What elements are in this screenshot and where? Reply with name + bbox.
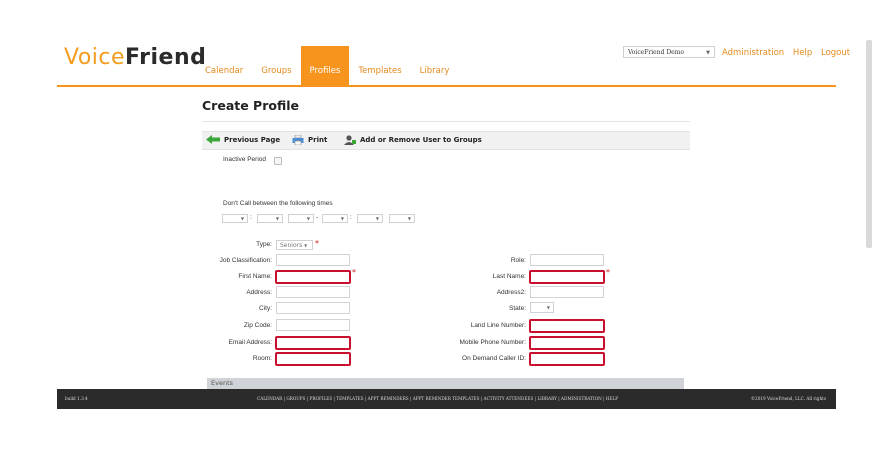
- city-label: City:: [259, 305, 272, 312]
- zip-code-input[interactable]: [276, 319, 350, 331]
- logo-part-friend: Friend: [125, 45, 207, 70]
- city-input[interactable]: [276, 302, 350, 314]
- mobile-phone-label: Mobile Phone Number:: [459, 339, 526, 346]
- required-star: *: [606, 268, 610, 277]
- footer-links[interactable]: CALENDAR | GROUPS | PROFILES | TEMPLATES…: [257, 396, 618, 401]
- type-label: Type:: [256, 241, 272, 248]
- first-name-input[interactable]: [275, 270, 351, 284]
- app-logo[interactable]: VoiceFriend: [64, 45, 206, 70]
- mobile-phone-input[interactable]: [529, 336, 605, 350]
- previous-page-label: Previous Page: [224, 135, 281, 144]
- end-minute-select[interactable]: ▼: [357, 214, 383, 223]
- time-colon: :: [250, 214, 252, 221]
- logo-part-voice: Voice: [64, 45, 126, 70]
- time-dash: -: [316, 214, 319, 221]
- start-ampm-select[interactable]: ▼: [288, 214, 314, 223]
- previous-page-button[interactable]: Previous Page: [206, 135, 280, 144]
- print-button[interactable]: Print: [292, 135, 327, 145]
- copyright: ©2019 VoiceFriend, LLC. All rights: [750, 396, 826, 401]
- chevron-down-icon: ▼: [304, 243, 308, 248]
- type-select-value: Seniors: [280, 242, 303, 249]
- on-demand-caller-id-label: On Demand Caller ID:: [462, 355, 526, 362]
- nav-groups[interactable]: Groups: [252, 46, 300, 85]
- printer-icon: [292, 135, 304, 145]
- zip-code-label: Zip Code:: [243, 322, 272, 329]
- nav-library[interactable]: Library: [411, 46, 459, 85]
- build-version: build 1.3.4: [65, 396, 88, 401]
- on-demand-caller-id-input[interactable]: [529, 352, 605, 366]
- last-name-label: Last Name:: [492, 273, 526, 280]
- state-select[interactable]: ▼: [530, 302, 554, 313]
- user-group-icon: [344, 135, 356, 145]
- nav-templates[interactable]: Templates: [349, 46, 410, 85]
- room-label: Room:: [252, 355, 272, 362]
- title-divider: [202, 121, 690, 122]
- add-remove-groups-button[interactable]: Add or Remove User to Groups: [344, 135, 482, 145]
- end-ampm-select[interactable]: ▼: [389, 214, 415, 223]
- type-select[interactable]: Seniors ▼: [276, 240, 313, 250]
- events-section-header[interactable]: Events: [207, 378, 684, 389]
- page-title: Create Profile: [202, 98, 299, 113]
- job-classification-input[interactable]: [276, 254, 350, 266]
- inactive-period-checkbox[interactable]: [274, 157, 282, 165]
- required-star: *: [352, 268, 356, 277]
- add-remove-groups-label: Add or Remove User to Groups: [360, 136, 482, 144]
- print-label: Print: [308, 136, 328, 144]
- dont-call-label: Don't Call between the following times: [223, 200, 333, 207]
- email-address-input[interactable]: [275, 336, 351, 350]
- top-links: Administration Help Logout: [722, 48, 856, 58]
- inactive-period-label: Inactive Period: [223, 156, 266, 163]
- header-divider: [57, 85, 836, 87]
- main-nav: Calendar Groups Profiles Templates Libra…: [196, 46, 458, 85]
- start-minute-select[interactable]: ▼: [257, 214, 283, 223]
- required-star: *: [315, 239, 319, 248]
- start-hour-select[interactable]: ▼: [222, 214, 248, 223]
- land-line-input[interactable]: [529, 319, 605, 333]
- nav-calendar[interactable]: Calendar: [196, 46, 252, 85]
- room-input[interactable]: [275, 352, 351, 366]
- address2-input[interactable]: [530, 286, 604, 298]
- organization-select[interactable]: VoiceFriend Demo ▼: [623, 46, 715, 58]
- chevron-down-icon: ▼: [706, 50, 710, 56]
- nav-profiles[interactable]: Profiles: [300, 46, 350, 85]
- address-label: Address:: [246, 289, 272, 296]
- first-name-label: First Name:: [238, 273, 272, 280]
- logout-link[interactable]: Logout: [821, 48, 850, 58]
- address-input[interactable]: [276, 286, 350, 298]
- job-classification-label: Job Classification:: [219, 257, 272, 264]
- help-link[interactable]: Help: [793, 48, 812, 58]
- time-colon-2: :: [350, 214, 352, 221]
- toolbar: Previous Page Print Add or Remove User t…: [202, 131, 690, 150]
- administration-link[interactable]: Administration: [722, 48, 784, 58]
- address2-label: Address2:: [496, 289, 526, 296]
- last-name-input[interactable]: [529, 270, 605, 284]
- back-arrow-icon: [206, 135, 220, 144]
- land-line-label: Land Line Number:: [470, 322, 526, 329]
- email-address-label: Email Address:: [228, 339, 272, 346]
- end-hour-select[interactable]: ▼: [322, 214, 348, 223]
- role-label: Role:: [510, 257, 526, 264]
- state-label: State:: [509, 305, 526, 312]
- organization-select-value: VoiceFriend Demo: [628, 49, 685, 56]
- page-scrollbar[interactable]: [866, 40, 872, 248]
- role-input[interactable]: [530, 254, 604, 266]
- footer: build 1.3.4 CALENDAR | GROUPS | PROFILES…: [57, 389, 836, 409]
